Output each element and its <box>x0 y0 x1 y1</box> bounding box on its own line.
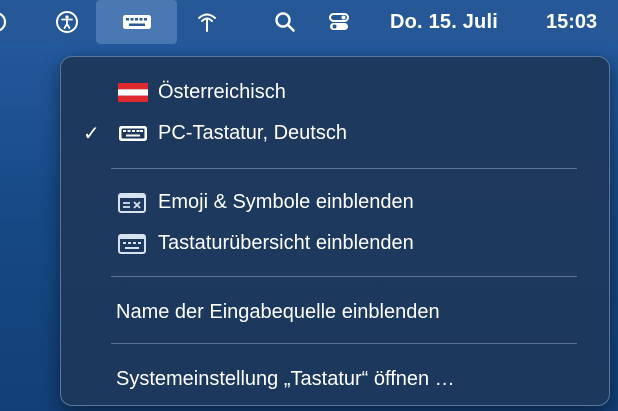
menu-item-label: Emoji & Symbole einblenden <box>158 190 414 213</box>
menu-item-show-input-source-name[interactable]: Name der Eingabequelle einblenden <box>61 293 609 331</box>
menu-item-keyboard-viewer[interactable]: Tastaturübersicht einblenden <box>61 224 609 262</box>
menu-separator <box>111 343 577 344</box>
menu-separator <box>111 168 577 169</box>
menu-bar: Do. 15. Juli 15:03 <box>0 0 618 44</box>
accessibility-menu[interactable] <box>52 0 82 44</box>
menu-item-label: Tastaturübersicht einblenden <box>158 231 414 254</box>
spotlight-search[interactable] <box>270 0 300 44</box>
menu-item-label: PC-Tastatur, Deutsch <box>158 121 347 144</box>
checkmark-icon: ✓ <box>83 122 100 145</box>
control-center[interactable] <box>324 0 354 44</box>
accessibility-icon <box>56 11 78 33</box>
menu-item-pc-keyboard-german[interactable]: ✓ PC-Tastatur, Deutsch <box>61 114 609 152</box>
keyboard-icon <box>119 126 147 141</box>
menu-item-open-keyboard-preferences[interactable]: Systemeinstellung „Tastatur“ öffnen … <box>61 360 609 398</box>
keyboard-viewer-icon <box>118 234 146 254</box>
menu-separator <box>111 276 577 277</box>
menubar-date[interactable]: Do. 15. Juli <box>390 0 498 44</box>
search-icon <box>275 12 295 32</box>
control-center-icon <box>329 13 349 30</box>
menu-item-label: Österreichisch <box>158 80 286 103</box>
input-source-menu[interactable] <box>96 0 177 44</box>
wifi-icon <box>198 13 216 32</box>
wifi-menu[interactable] <box>192 0 222 44</box>
austria-flag-icon <box>118 83 148 102</box>
keyboard-icon <box>122 15 151 29</box>
menu-item-label: Name der Eingabequelle einblenden <box>116 300 440 323</box>
input-source-dropdown: Österreichisch ✓ PC-Tastatur, Deutsch Em… <box>60 56 610 406</box>
emoji-viewer-icon <box>118 193 146 213</box>
menu-item-label: Systemeinstellung „Tastatur“ öffnen … <box>116 367 455 390</box>
menubar-time[interactable]: 15:03 <box>546 0 597 44</box>
menu-item-emoji-symbols[interactable]: Emoji & Symbole einblenden <box>61 183 609 221</box>
partial-status-icon[interactable] <box>0 0 12 44</box>
menu-item-austrian[interactable]: Österreichisch <box>61 73 609 111</box>
partial-circle-icon <box>0 12 7 32</box>
